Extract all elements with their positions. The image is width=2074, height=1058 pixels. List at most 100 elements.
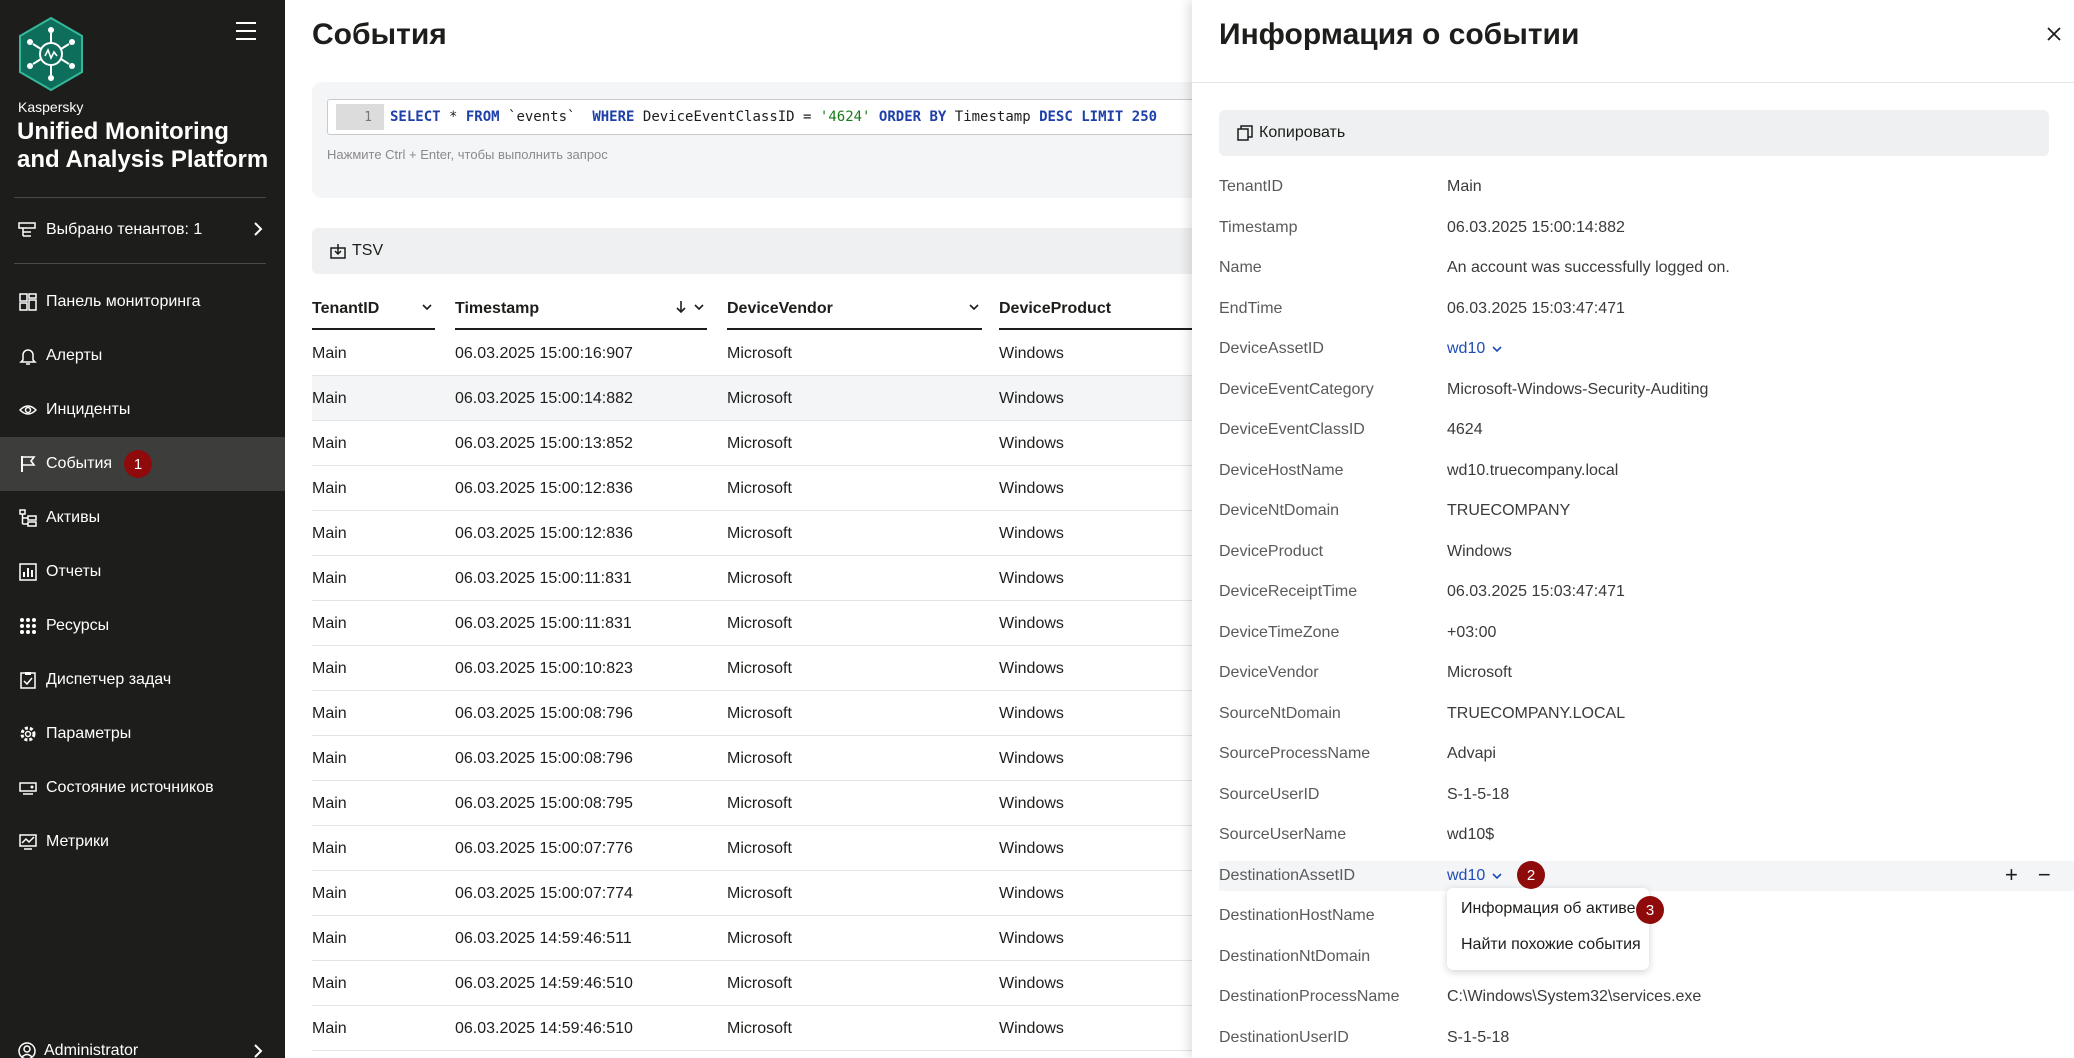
sidebar-item-assets[interactable]: Активы (0, 491, 285, 545)
chevron-down-icon[interactable] (968, 300, 980, 318)
query-hint: Нажмите Ctrl + Enter, чтобы выполнить за… (327, 147, 608, 162)
field-value: 06.03.2025 15:00:14:882 (1447, 219, 1625, 236)
table-row[interactable]: Main 06.03.2025 15:00:07:776 Microsoft Wind… (312, 826, 1192, 871)
field-row-devicentdomain: DeviceNtDomain TRUECOMPANY (1219, 496, 2074, 526)
table-row[interactable]: Main 06.03.2025 15:00:08:796 Microsoft Wind… (312, 691, 1192, 736)
field-key: SourceProcessName (1219, 745, 1371, 762)
sort-desc-icon[interactable] (675, 300, 687, 319)
sidebar-item-task-manager[interactable]: Диспетчер задач (0, 653, 285, 707)
table-cell: 06.03.2025 15:00:08:796 (455, 750, 633, 767)
table-cell: Microsoft (727, 615, 792, 632)
field-row-destinationprocessname: DestinationProcessName C:\Windows\System3… (1219, 982, 2074, 1012)
sidebar-item-label: Активы (46, 509, 101, 526)
column-header-deviceproduct[interactable]: DeviceProduct (999, 290, 1192, 330)
field-key: DestinationNtDomain (1219, 948, 1371, 965)
sidebar-item-metrics[interactable]: Метрики (0, 815, 285, 869)
table-row[interactable]: Main 06.03.2025 15:00:13:852 Microsoft Wind… (312, 421, 1192, 466)
table-row[interactable]: Main 06.03.2025 14:59:46:511 Microsoft Wind… (312, 916, 1192, 961)
sidebar-item-incidents[interactable]: Инциденты (0, 383, 285, 437)
field-value: Microsoft-Windows-Security-Auditing (1447, 381, 1709, 398)
table-cell: Windows (999, 1020, 1064, 1037)
export-tsv-button[interactable]: TSV (312, 228, 1192, 274)
field-key: Name (1219, 259, 1262, 276)
eye-icon (18, 400, 38, 420)
field-row-sourceusername: SourceUserName wd10$ (1219, 820, 2074, 850)
table-cell: 06.03.2025 15:00:14:882 (455, 390, 633, 407)
table-row[interactable]: Main 06.03.2025 15:00:12:836 Microsoft Wind… (312, 511, 1192, 556)
field-key: DeviceVendor (1219, 664, 1319, 681)
table-row[interactable]: Main 06.03.2025 15:00:08:796 Microsoft Wind… (312, 736, 1192, 781)
app-root: Kaspersky Unified Monitoring and Analysi… (0, 0, 2074, 1058)
sidebar-item-resources[interactable]: Ресурсы (0, 599, 285, 653)
table-cell: 06.03.2025 14:59:46:510 (455, 975, 633, 992)
table-row[interactable]: Main 06.03.2025 15:00:10:823 Microsoft Wind… (312, 646, 1192, 691)
field-key: SourceNtDomain (1219, 705, 1341, 722)
table-cell: 06.03.2025 15:00:08:795 (455, 795, 633, 812)
table-cell: Microsoft (727, 795, 792, 812)
chevron-down-icon (1491, 344, 1503, 354)
table-cell: Main (312, 390, 347, 407)
table-row[interactable]: Main 06.03.2025 14:59:46:510 Microsoft Wind… (312, 961, 1192, 1006)
field-value: Microsoft (1447, 664, 1512, 681)
table-cell: Main (312, 480, 347, 497)
step-badge: 3 (1636, 896, 1664, 924)
field-value: 4624 (1447, 421, 1483, 438)
tenant-selector[interactable]: Выбрано тенантов: 1 (0, 213, 285, 247)
table-cell: Microsoft (727, 525, 792, 542)
download-icon (330, 243, 346, 259)
column-header-timestamp[interactable]: Timestamp (455, 290, 707, 330)
field-row-endtime: EndTime 06.03.2025 15:03:47:471 (1219, 294, 2074, 324)
table-cell: Windows (999, 345, 1064, 362)
table-cell: Windows (999, 795, 1064, 812)
table-cell: Main (312, 795, 347, 812)
table-row[interactable]: Main 06.03.2025 15:00:11:831 Microsoft Wind… (312, 601, 1192, 646)
user-menu[interactable]: Administrator (0, 1036, 285, 1058)
field-value: 06.03.2025 15:03:47:471 (1447, 583, 1625, 600)
field-key: DeviceEventClassID (1219, 421, 1365, 438)
asset-link[interactable]: wd10 (1447, 867, 1503, 885)
report-icon (18, 562, 38, 582)
sidebar-item-label: Алерты (46, 347, 103, 364)
user-icon (18, 1042, 36, 1058)
field-value: 06.03.2025 15:03:47:471 (1447, 300, 1625, 317)
user-name: Administrator (44, 1042, 139, 1058)
asset-link[interactable]: wd10 (1447, 340, 1503, 358)
chevron-down-icon[interactable] (421, 300, 433, 318)
sidebar-item-reports[interactable]: Отчеты (0, 545, 285, 599)
export-tsv-label: TSV (352, 242, 384, 259)
field-key: TenantID (1219, 178, 1284, 195)
table-row[interactable]: Main 06.03.2025 15:00:11:831 Microsoft Wind… (312, 556, 1192, 601)
table-cell: Main (312, 435, 347, 452)
close-button[interactable] (2046, 26, 2064, 44)
exclude-filter-button[interactable]: − (2038, 864, 2051, 886)
field-key: DeviceAssetID (1219, 340, 1324, 357)
menu-item-find-similar-events[interactable]: Найти похожие события (1461, 936, 1641, 954)
sidebar-item-events[interactable]: События 1 (0, 437, 285, 491)
copy-icon (1237, 125, 1253, 141)
copy-button[interactable]: Копировать (1219, 110, 2049, 156)
sidebar-item-source-status[interactable]: Состояние источников (0, 761, 285, 815)
sidebar-item-alerts[interactable]: Алерты (0, 329, 285, 383)
table-row[interactable]: Main 06.03.2025 15:00:14:882 Microsoft Wind… (312, 376, 1192, 421)
table-row[interactable]: Main 06.03.2025 15:00:08:795 Microsoft Wind… (312, 781, 1192, 826)
table-cell: Windows (999, 390, 1064, 407)
column-header-tenantid[interactable]: TenantID (312, 290, 435, 330)
table-row[interactable]: Main 06.03.2025 14:59:46:510 Microsoft Wind… (312, 1006, 1192, 1051)
copy-label: Копировать (1259, 124, 1346, 141)
table-row[interactable]: Main 06.03.2025 15:00:12:836 Microsoft Wind… (312, 466, 1192, 511)
add-filter-button[interactable]: + (2005, 864, 2018, 886)
chevron-down-icon[interactable] (693, 300, 705, 319)
sidebar-item-dashboard[interactable]: Панель мониторинга (0, 275, 285, 329)
column-header-devicevendor[interactable]: DeviceVendor (727, 290, 982, 330)
query-input[interactable]: 1 SELECT * FROM `events` WHERE DeviceEve… (327, 99, 1192, 135)
table-row[interactable]: Main 06.03.2025 15:00:07:774 Microsoft Wind… (312, 871, 1192, 916)
line-number: 1 (336, 104, 384, 130)
field-key: DeviceNtDomain (1219, 502, 1340, 519)
sidebar-item-settings[interactable]: Параметры (0, 707, 285, 761)
table-row[interactable]: Main 06.03.2025 15:00:16:907 Microsoft Wind… (312, 331, 1192, 376)
field-key: DestinationHostName (1219, 907, 1375, 924)
table-cell: Microsoft (727, 390, 792, 407)
hamburger-icon (236, 22, 256, 24)
menu-toggle-button[interactable] (236, 22, 262, 44)
menu-item-asset-info[interactable]: Информация об активе (1461, 900, 1635, 918)
